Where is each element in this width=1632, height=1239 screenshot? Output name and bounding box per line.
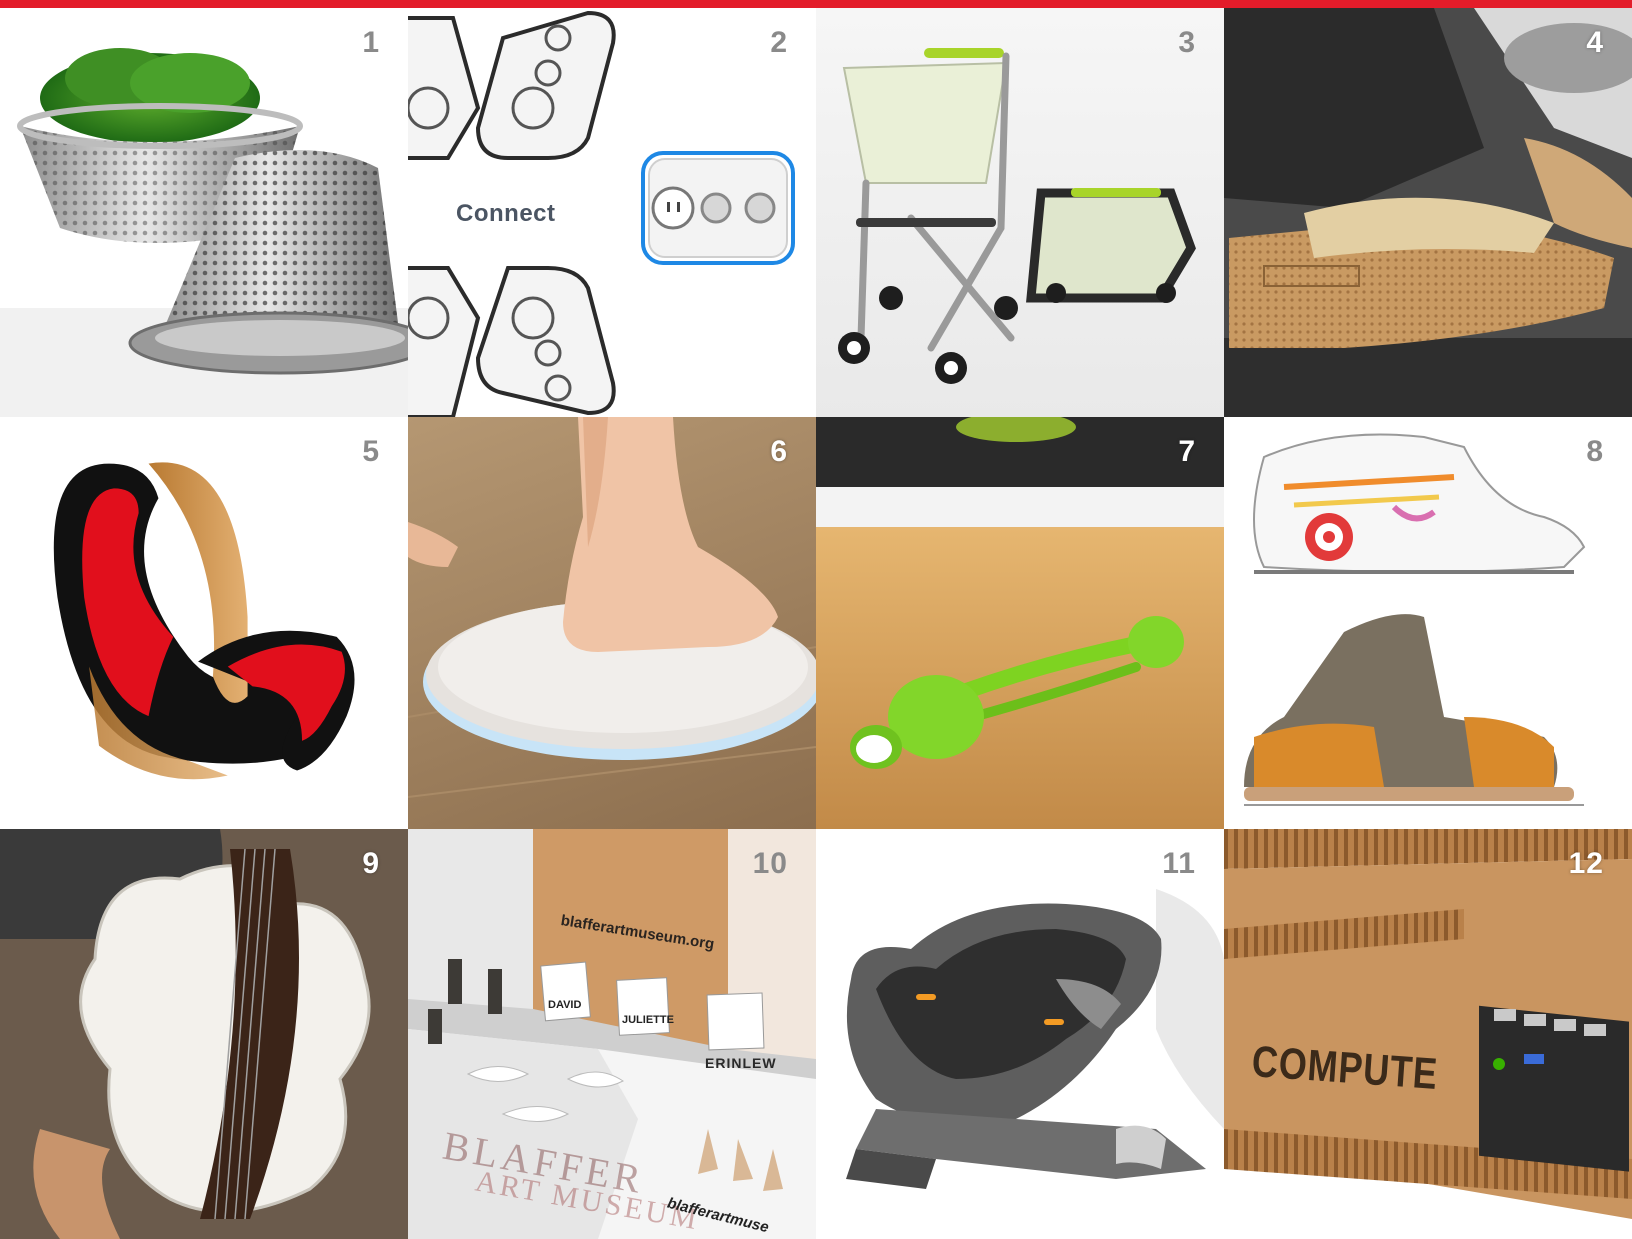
exhibit-card-david: DAVID xyxy=(548,999,582,1011)
tile-3-shopping-cart: 3 xyxy=(816,8,1224,417)
guitar-illustration xyxy=(0,829,408,1239)
tile-number: 7 xyxy=(1178,435,1196,468)
tile-number: 8 xyxy=(1586,435,1604,468)
tile-11-car-seat: 11 xyxy=(816,829,1224,1239)
tile-12-cardboard-computer: COMPUTE 12 xyxy=(1224,829,1632,1239)
tile-number: 9 xyxy=(362,847,380,880)
cardboard-computer-illustration xyxy=(1224,829,1632,1219)
tile-7-measuring-spoons: 7 xyxy=(816,417,1224,829)
tile-10-museum-exhibit: blafferartmuseum.org DAVID JULIETTE ERIN… xyxy=(408,829,816,1239)
tile-number: 3 xyxy=(1178,26,1196,59)
tile-number: 6 xyxy=(770,435,788,468)
sneakers-illustration xyxy=(1244,433,1586,806)
cart-illustration xyxy=(838,48,1196,384)
chair-illustration xyxy=(53,462,355,780)
product-collage-grid: 1 Connect 2 3 4 5 6 7 8 9 blafferartmuse… xyxy=(0,8,1632,1239)
top-accent-bar xyxy=(0,0,1632,8)
tile-number: 12 xyxy=(1568,847,1604,880)
exhibit-card-juliette: JULIETTE xyxy=(622,1014,674,1026)
tile-2-connect-outlets: Connect 2 xyxy=(408,8,816,417)
spoons-illustration xyxy=(816,417,1224,829)
tile-9-guitar: 9 xyxy=(0,829,408,1239)
tile-8-sneaker-sketches: 8 xyxy=(1224,417,1632,829)
tile-6-foot-scale: 6 xyxy=(408,417,816,829)
tile-number: 10 xyxy=(752,847,788,880)
tile-number: 11 xyxy=(1162,847,1196,880)
tile-1-colander: 1 xyxy=(0,8,408,417)
tile-number: 5 xyxy=(362,435,380,468)
tile-4-cardboard-sole: 4 xyxy=(1224,8,1632,417)
car-seat-illustration xyxy=(846,889,1224,1189)
colander-illustration xyxy=(0,48,408,417)
scale-illustration xyxy=(408,417,816,798)
tile-number: 4 xyxy=(1586,26,1604,59)
connect-label: Connect xyxy=(456,200,556,227)
tile-number: 1 xyxy=(362,26,380,59)
tile-number: 2 xyxy=(770,26,788,59)
sole-illustration xyxy=(1224,8,1632,417)
exhibit-name-erin-lew: ERINLEW xyxy=(705,1055,777,1071)
tile-5-ribbon-chair: 5 xyxy=(0,417,408,829)
